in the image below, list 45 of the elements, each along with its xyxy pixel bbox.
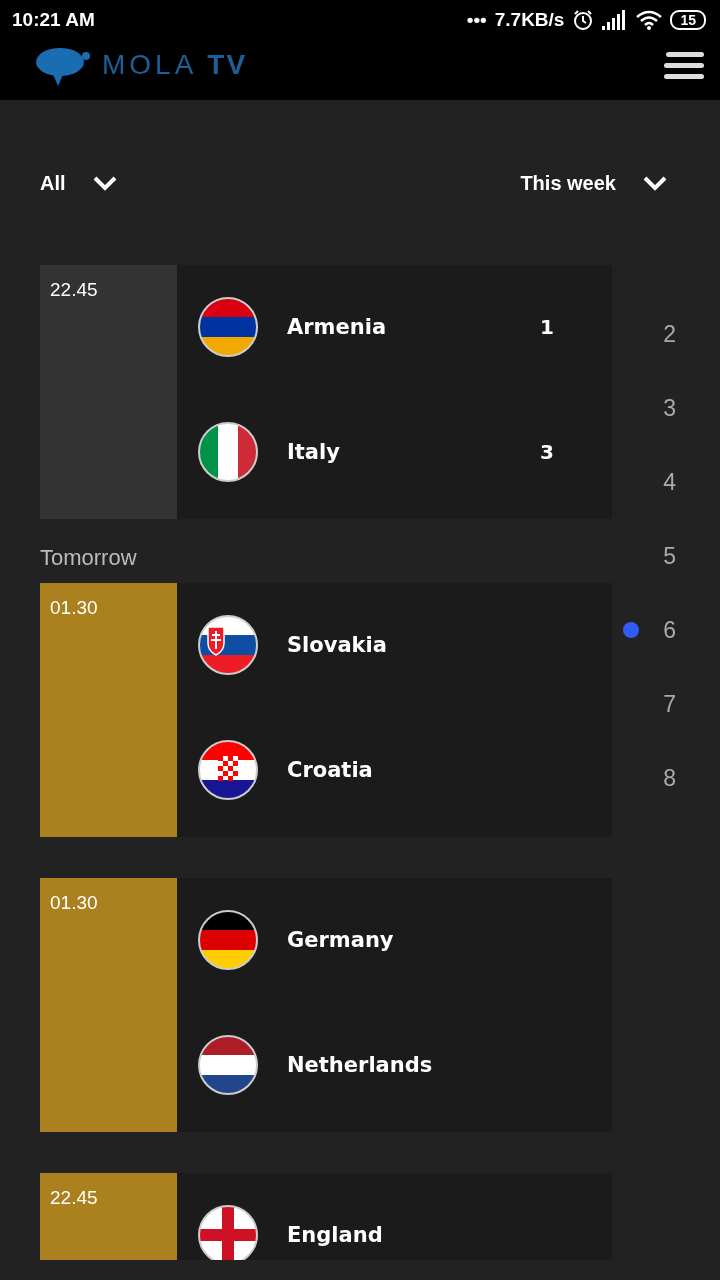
flag-icon xyxy=(198,740,258,800)
logo-text: MOLA xyxy=(102,49,198,81)
flag-icon xyxy=(198,1205,258,1260)
selected-dot xyxy=(623,622,640,638)
match-card[interactable]: 01.30 Germany Netherlands xyxy=(40,878,612,1132)
team-name: Armenia xyxy=(287,315,388,339)
more-notifications: ••• xyxy=(466,9,487,31)
flag-icon xyxy=(198,615,258,675)
flag-icon xyxy=(198,1035,258,1095)
flag-icon xyxy=(198,910,258,970)
match-time: 22.45 xyxy=(50,279,98,300)
alarm-icon xyxy=(572,9,595,31)
wifi-icon xyxy=(636,10,663,30)
day-selector-item[interactable]: 6 xyxy=(612,617,720,691)
day-heading: Tomorrow xyxy=(40,544,138,572)
team-name: Slovakia xyxy=(287,633,388,657)
day-selector-item[interactable]: 3 xyxy=(612,395,720,469)
team-name: England xyxy=(287,1223,384,1247)
battery-indicator: 15 xyxy=(670,10,706,30)
logo-text: TV xyxy=(207,49,248,81)
team-name: Germany xyxy=(287,928,395,952)
match-card[interactable]: 22.45 Armenia 1 Italy 3 xyxy=(40,265,612,519)
status-time: 10:21 AM xyxy=(12,9,95,31)
match-time: 01.30 xyxy=(50,892,98,913)
day-selector-item[interactable]: 7 xyxy=(612,691,720,765)
team-name: Italy xyxy=(287,440,341,464)
chevron-down-icon xyxy=(91,175,118,191)
filter-dropdown[interactable]: This week xyxy=(520,168,668,198)
match-time: 01.30 xyxy=(50,597,98,618)
chevron-down-icon xyxy=(642,175,668,191)
day-selector-item[interactable]: 4 xyxy=(612,469,720,543)
team-score: 3 xyxy=(540,440,554,464)
match-time: 22.45 xyxy=(50,1187,98,1208)
match-card[interactable]: 22.45 England xyxy=(40,1173,612,1260)
team-name: Croatia xyxy=(287,758,374,782)
filter-dropdown[interactable]: All xyxy=(40,168,118,198)
network-speed: 7.7KB/s xyxy=(494,9,565,31)
flag-icon xyxy=(198,422,258,482)
day-selector-item[interactable]: 8 xyxy=(612,765,720,839)
flag-icon xyxy=(198,297,258,357)
team-score: 1 xyxy=(540,315,554,339)
day-selector-item[interactable]: 5 xyxy=(612,543,720,617)
team-name: Netherlands xyxy=(287,1053,434,1077)
day-selector-item[interactable]: 2 xyxy=(612,321,720,395)
match-card[interactable]: 01.30 Slovakia Croatia xyxy=(40,583,612,837)
